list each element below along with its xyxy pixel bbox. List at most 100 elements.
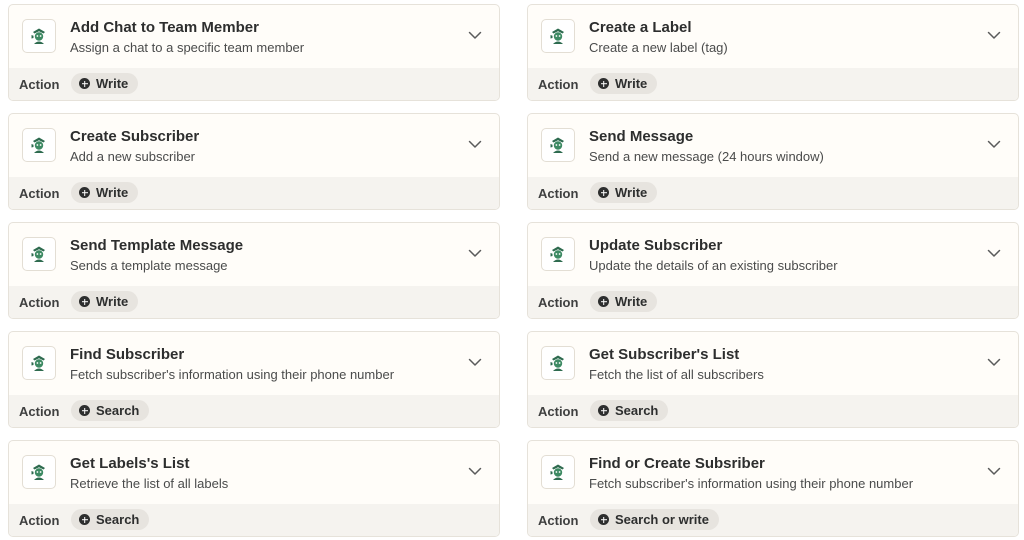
app-logo-icon: [541, 128, 575, 162]
plus-circle-icon: [598, 78, 609, 89]
action-title: Create Subscriber: [70, 128, 200, 145]
action-card-header[interactable]: Find Subscriber Fetch subscriber's infor…: [9, 332, 499, 397]
action-kind-label: Action: [19, 186, 60, 201]
action-type-badge: Write: [590, 291, 658, 312]
app-logo-icon: [22, 128, 56, 162]
action-type-badge: Search or write: [590, 509, 719, 530]
action-description: Fetch subscriber's information using the…: [70, 367, 395, 382]
action-title: Find or Create Subsriber: [589, 455, 765, 472]
action-card-header[interactable]: Get Labels's List Retrieve the list of a…: [9, 441, 499, 506]
action-kind-label: Action: [19, 295, 60, 310]
action-title: Get Labels's List: [70, 455, 190, 472]
action-type-label: Write: [615, 76, 648, 91]
action-type-label: Search or write: [615, 512, 709, 527]
action-card-header[interactable]: Update Subscriber Update the details of …: [528, 223, 1018, 288]
action-card-footer: Action Search: [9, 395, 499, 427]
action-type-label: Write: [96, 294, 129, 309]
app-logo-icon: [31, 246, 45, 262]
action-card-header[interactable]: Create a Label Create a new label (tag): [528, 5, 1018, 70]
action-description: Add a new subscriber: [70, 149, 196, 164]
action-type-badge: Write: [71, 182, 139, 203]
action-kind-label: Action: [538, 77, 579, 92]
action-card-header[interactable]: Send Message Send a new message (24 hour…: [528, 114, 1018, 179]
action-card: Find or Create Subsriber Fetch subscribe…: [527, 440, 1019, 537]
chevron-down-icon[interactable]: [467, 354, 483, 370]
app-logo-icon: [31, 28, 45, 44]
plus-circle-icon: [79, 78, 90, 89]
action-card-header[interactable]: Get Subscriber's List Fetch the list of …: [528, 332, 1018, 397]
action-kind-label: Action: [19, 77, 60, 92]
action-description: Update the details of an existing subscr…: [589, 258, 838, 273]
action-type-badge: Write: [590, 73, 658, 94]
action-card-footer: Action Write: [9, 286, 499, 318]
action-kind-label: Action: [19, 513, 60, 528]
app-logo-icon: [22, 19, 56, 53]
action-card-header[interactable]: Find or Create Subsriber Fetch subscribe…: [528, 441, 1018, 506]
action-card-footer: Action Write: [528, 68, 1018, 100]
chevron-down-icon[interactable]: [986, 463, 1002, 479]
action-type-label: Write: [96, 185, 129, 200]
action-type-label: Write: [615, 294, 648, 309]
action-description: Send a new message (24 hours window): [589, 149, 824, 164]
chevron-down-icon[interactable]: [467, 463, 483, 479]
plus-circle-icon: [598, 187, 609, 198]
action-kind-label: Action: [538, 295, 579, 310]
app-logo-icon: [22, 455, 56, 489]
action-title: Update Subscriber: [589, 237, 723, 254]
app-logo-icon: [550, 464, 564, 480]
action-title: Find Subscriber: [70, 346, 185, 363]
app-logo-icon: [31, 464, 45, 480]
action-type-label: Search: [96, 403, 140, 418]
action-type-badge: Write: [590, 182, 658, 203]
app-logo-icon: [541, 455, 575, 489]
action-card-footer: Action Write: [9, 68, 499, 100]
action-kind-label: Action: [538, 186, 579, 201]
action-description: Sends a template message: [70, 258, 228, 273]
action-description: Retrieve the list of all labels: [70, 476, 229, 491]
chevron-down-icon[interactable]: [986, 136, 1002, 152]
action-type-label: Search: [615, 403, 659, 418]
app-logo-icon: [541, 237, 575, 271]
action-title: Create a Label: [589, 19, 692, 36]
action-card-footer: Action Write: [9, 177, 499, 209]
action-card: Get Labels's List Retrieve the list of a…: [8, 440, 500, 537]
plus-circle-icon: [79, 514, 90, 525]
action-card: Create a Label Create a new label (tag) …: [527, 4, 1019, 101]
app-logo-icon: [31, 137, 45, 153]
app-logo-icon: [31, 355, 45, 371]
chevron-down-icon[interactable]: [986, 354, 1002, 370]
app-logo-icon: [550, 246, 564, 262]
action-kind-label: Action: [538, 513, 579, 528]
plus-circle-icon: [598, 405, 609, 416]
chevron-down-icon[interactable]: [467, 27, 483, 43]
app-logo-icon: [541, 19, 575, 53]
app-logo-icon: [22, 346, 56, 380]
action-card: Create Subscriber Add a new subscriber A…: [8, 113, 500, 210]
actions-grid: Add Chat to Team Member Assign a chat to…: [0, 0, 1024, 540]
chevron-down-icon[interactable]: [986, 245, 1002, 261]
action-type-badge: Search: [71, 400, 150, 421]
plus-circle-icon: [79, 405, 90, 416]
action-card-header[interactable]: Create Subscriber Add a new subscriber: [9, 114, 499, 179]
action-type-badge: Search: [71, 509, 150, 530]
action-card-footer: Action Write: [528, 286, 1018, 318]
action-card-header[interactable]: Send Template Message Sends a template m…: [9, 223, 499, 288]
action-title: Get Subscriber's List: [589, 346, 740, 363]
action-card: Add Chat to Team Member Assign a chat to…: [8, 4, 500, 101]
app-logo-icon: [550, 28, 564, 44]
plus-circle-icon: [598, 514, 609, 525]
action-card-footer: Action Write: [528, 177, 1018, 209]
chevron-down-icon[interactable]: [467, 136, 483, 152]
action-card-footer: Action Search or write: [528, 504, 1018, 536]
action-card-header[interactable]: Add Chat to Team Member Assign a chat to…: [9, 5, 499, 70]
action-card: Get Subscriber's List Fetch the list of …: [527, 331, 1019, 428]
action-description: Assign a chat to a specific team member: [70, 40, 305, 55]
action-card-footer: Action Search: [528, 395, 1018, 427]
action-type-label: Search: [96, 512, 140, 527]
chevron-down-icon[interactable]: [986, 27, 1002, 43]
app-logo-icon: [550, 137, 564, 153]
chevron-down-icon[interactable]: [467, 245, 483, 261]
action-type-label: Write: [96, 76, 129, 91]
action-type-badge: Write: [71, 73, 139, 94]
plus-circle-icon: [79, 187, 90, 198]
